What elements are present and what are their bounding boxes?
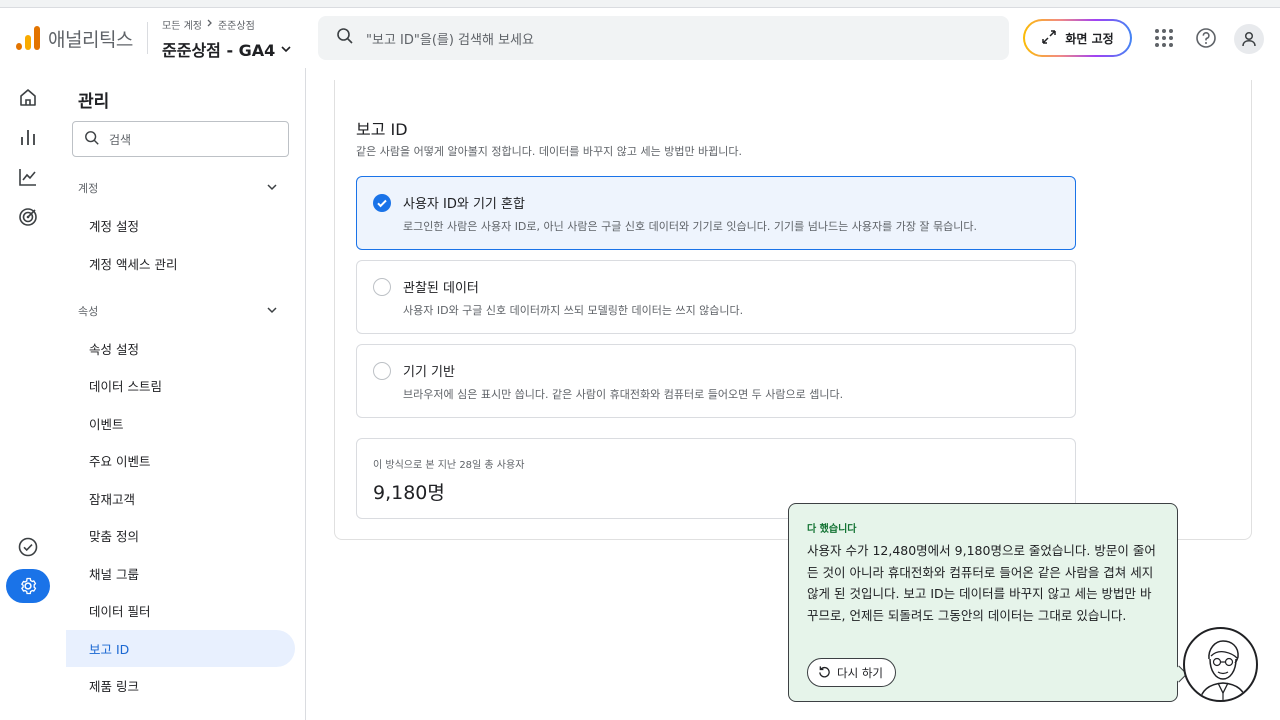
analytics-logo-icon [16, 26, 40, 50]
nav-section-label: 속성 [78, 305, 99, 318]
global-search-bar[interactable]: "보고 ID"을(를) 검색해 보세요 [318, 16, 1009, 60]
nav-divider [305, 68, 306, 720]
header-divider [147, 22, 148, 54]
nav-item-custom-definitions[interactable]: 맞춤 정의 [66, 517, 295, 554]
nav-item-product-links[interactable]: 제품 링크 [66, 667, 295, 704]
help-icon[interactable] [1192, 24, 1220, 52]
pin-screen-label: 화면 고정 [1065, 31, 1114, 46]
breadcrumb[interactable]: 모든 계정 준준상점 [162, 17, 255, 32]
retry-button[interactable]: 다시 하기 [807, 658, 896, 687]
undo-icon [818, 665, 831, 681]
nav-item-reporting-identity[interactable]: 보고 ID [66, 630, 295, 667]
stat-value: 9,180명 [373, 482, 445, 504]
chevron-up-icon [266, 304, 278, 319]
apps-grid-icon[interactable] [1150, 24, 1178, 52]
assistant-message-bubble: 다 했습니다 사용자 수가 12,480명에서 9,180명으로 줄었습니다. … [788, 503, 1178, 702]
account-icon[interactable] [1234, 24, 1264, 54]
admin-title: 관리 [78, 92, 110, 112]
admin-gear-icon[interactable] [6, 569, 50, 603]
radio-unchecked-icon[interactable] [373, 362, 391, 380]
nav-section-property[interactable]: 속성 [78, 303, 278, 319]
option-description: 로그인한 사람은 사용자 ID로, 아닌 사람은 구글 신호 데이터와 기기로 … [403, 220, 978, 233]
nav-item-events[interactable]: 이벤트 [66, 405, 295, 442]
option-device-based[interactable]: 기기 기반 브라우저에 심은 표시만 씁니다. 같은 사람이 휴대전화와 컴퓨터… [356, 344, 1076, 418]
nav-item-key-events[interactable]: 주요 이벤트 [66, 442, 295, 479]
check-circle-icon[interactable] [16, 535, 40, 559]
page-description: 같은 사람을 어떻게 알아볼지 정합니다. 데이터를 바꾸지 않고 세는 방법만… [356, 145, 743, 158]
property-selector[interactable]: 준준상점 - GA4 [162, 37, 292, 61]
breadcrumb-account[interactable]: 준준상점 [218, 17, 255, 32]
assistant-message-body: 사용자 수가 12,480명에서 9,180명으로 줄었습니다. 방문이 줄어든… [807, 543, 1156, 623]
nav-item-account-access[interactable]: 계정 액세스 관리 [66, 245, 295, 282]
breadcrumb-all-accounts[interactable]: 모든 계정 [162, 17, 202, 32]
search-icon [336, 27, 354, 49]
reports-icon[interactable] [16, 125, 40, 149]
option-description: 브라우저에 심은 표시만 씁니다. 같은 사람이 휴대전화와 컴퓨터로 들어오면… [403, 388, 844, 401]
home-icon[interactable] [16, 85, 40, 109]
page-title: 보고 ID [356, 120, 408, 139]
search-icon [84, 130, 100, 149]
browser-top-strip [0, 0, 1280, 8]
search-placeholder: "보고 ID"을(를) 검색해 보세요 [366, 32, 534, 48]
property-name: 준준상점 - GA4 [162, 41, 276, 60]
advertising-icon[interactable] [16, 205, 40, 229]
nav-item-data-filters[interactable]: 데이터 필터 [66, 592, 295, 629]
option-title: 기기 기반 [403, 365, 455, 380]
explore-icon[interactable] [16, 165, 40, 189]
nav-item-account-settings[interactable]: 계정 설정 [66, 207, 295, 244]
option-description: 사용자 ID와 구글 신호 데이터까지 쓰되 모델링한 데이터는 쓰지 않습니다… [403, 304, 744, 317]
expand-icon [1041, 29, 1057, 48]
assistant-avatar-icon[interactable] [1183, 627, 1258, 702]
nav-item-channel-groups[interactable]: 채널 그룹 [66, 555, 295, 592]
option-title: 사용자 ID와 기기 혼합 [403, 197, 525, 212]
pin-screen-button[interactable]: 화면 고정 [1023, 19, 1132, 57]
option-observed[interactable]: 관찰된 데이터 사용자 ID와 구글 신호 데이터까지 쓰되 모델링한 데이터는… [356, 260, 1076, 334]
nav-item-data-streams[interactable]: 데이터 스트림 [66, 367, 295, 404]
nav-search-input[interactable]: 검색 [72, 121, 289, 157]
nav-section-label: 계정 [78, 182, 99, 195]
option-title: 관찰된 데이터 [403, 281, 479, 296]
chevron-right-icon [206, 19, 214, 30]
retry-label: 다시 하기 [837, 665, 883, 680]
brand-name: 애널리틱스 [48, 29, 133, 51]
radio-unchecked-icon[interactable] [373, 278, 391, 296]
admin-nav-panel: 관리 검색 계정 계정 설정 계정 액세스 관리 속성 속성 설정 데이터 스트… [66, 68, 305, 720]
top-app-bar: 애널리틱스 모든 계정 준준상점 준준상점 - GA4 "보고 ID"을(를) … [0, 8, 1280, 68]
nav-section-account[interactable]: 계정 [78, 180, 278, 196]
chevron-up-icon [266, 181, 278, 196]
option-blended[interactable]: 사용자 ID와 기기 혼합 로그인한 사람은 사용자 ID로, 아닌 사람은 구… [356, 176, 1076, 250]
stat-label: 이 방식으로 본 지난 28일 총 사용자 [373, 460, 525, 471]
nav-search-placeholder: 검색 [109, 132, 132, 147]
chevron-down-icon [280, 40, 292, 59]
radio-checked-icon[interactable] [373, 194, 391, 212]
assistant-message-title: 다 했습니다 [807, 524, 857, 535]
nav-item-property-settings[interactable]: 속성 설정 [66, 330, 295, 367]
nav-item-audiences[interactable]: 잠재고객 [66, 480, 295, 517]
